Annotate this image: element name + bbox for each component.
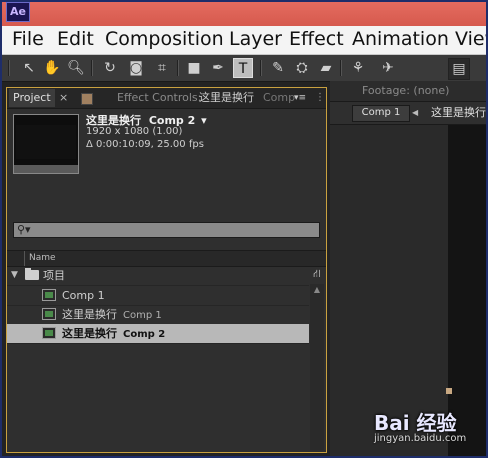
list-item[interactable]: 这里是换行 Comp 1 bbox=[7, 305, 309, 325]
menu-file[interactable]: File bbox=[12, 28, 44, 50]
list-item-label: 项目 bbox=[43, 269, 65, 282]
ae-window: Ae File Edit Composition Layer Effect An… bbox=[0, 0, 488, 458]
tab-footage[interactable]: Footage: (none) bbox=[330, 81, 486, 102]
watermark: Bai 经验 jingyan.baidu.com bbox=[374, 407, 486, 453]
zoom-tool-icon[interactable]: 🔍︎ bbox=[66, 58, 86, 78]
menu-animation[interactable]: Animation bbox=[352, 28, 449, 50]
rotation-tool-icon[interactable]: ↻ bbox=[100, 58, 120, 78]
column-divider bbox=[24, 251, 25, 266]
title-bar: Ae bbox=[2, 2, 486, 26]
effect-controls-target[interactable]: 这里是换行 bbox=[199, 89, 254, 107]
list-item-sub: Comp 1 bbox=[123, 310, 162, 321]
chevron-left-icon[interactable]: ◀ bbox=[412, 102, 418, 124]
tools-toolbar: ↖ ✋ 🔍︎ ↻ ◙ ⌗ ■ ✒ T ✎ ⛭ ▰ ⚘ ✈ ▤ bbox=[2, 55, 486, 82]
panel-grip-icon[interactable]: ⋮ bbox=[315, 91, 325, 105]
search-icon: ⚲▾ bbox=[17, 223, 31, 236]
composition-thumbnail bbox=[13, 114, 79, 174]
pen-tool-icon[interactable]: ✒ bbox=[208, 58, 228, 78]
selected-item-duration: Δ 0:00:10:09, 25.00 fps bbox=[86, 139, 204, 150]
chevron-down-icon[interactable]: ▾ bbox=[201, 114, 207, 127]
folder-icon bbox=[25, 268, 39, 280]
pan-behind-tool-icon[interactable]: ⌗ bbox=[152, 58, 172, 78]
list-item-label: Comp 1 bbox=[62, 289, 105, 302]
toolbar-separator bbox=[340, 60, 342, 76]
column-name-header[interactable]: Name bbox=[29, 251, 56, 266]
toolbar-grip bbox=[8, 60, 10, 76]
expand-triangle-icon[interactable]: ▼ bbox=[11, 266, 18, 285]
rectangle-tool-icon[interactable]: ■ bbox=[184, 58, 204, 78]
list-item-sub: Comp 2 bbox=[123, 329, 166, 340]
list-item-label: 这里是换行 Comp 2 bbox=[62, 327, 166, 340]
menu-edit[interactable]: Edit bbox=[57, 28, 94, 50]
toolbar-separator bbox=[260, 60, 262, 76]
tab-effect-controls[interactable]: Effect Controls: bbox=[117, 89, 201, 107]
flowchart-icon[interactable]: ⛙ bbox=[310, 266, 324, 282]
tab-project[interactable]: Project bbox=[9, 89, 55, 107]
thumbnail-bar bbox=[14, 165, 78, 173]
comp-1-button[interactable]: Comp 1 bbox=[352, 105, 410, 122]
thumbnail-frame bbox=[16, 125, 76, 159]
baidu-logo: Bai 经验 bbox=[374, 411, 457, 435]
composition-icon bbox=[42, 327, 56, 339]
composition-navigator: Comp 1 ◀ 这里是换行 bbox=[330, 102, 486, 125]
resize-handle[interactable] bbox=[446, 388, 452, 394]
composition-icon bbox=[42, 308, 56, 320]
puppet-pin-tool-icon[interactable]: ✈ bbox=[378, 58, 398, 78]
roto-brush-tool-icon[interactable]: ⚘ bbox=[348, 58, 368, 78]
clone-stamp-tool-icon[interactable]: ⛭ bbox=[292, 58, 312, 78]
project-search-input[interactable]: ⚲▾ bbox=[13, 222, 320, 238]
composition-icon bbox=[42, 289, 56, 301]
watermark-url: jingyan.baidu.com bbox=[374, 433, 467, 444]
scrollbar[interactable]: ▲ bbox=[310, 284, 324, 450]
scroll-up-icon[interactable]: ▲ bbox=[310, 284, 324, 296]
menu-effect[interactable]: Effect bbox=[289, 28, 344, 50]
menu-layer[interactable]: Layer bbox=[229, 28, 282, 50]
unified-camera-tool-icon[interactable]: ◙ bbox=[126, 58, 146, 78]
toolbar-separator bbox=[91, 60, 93, 76]
selected-item-resolution: 1920 x 1080 (1.00) bbox=[86, 126, 183, 137]
column-header: Name bbox=[7, 250, 326, 267]
hand-tool-icon[interactable]: ✋ bbox=[42, 58, 62, 78]
panel-menu-icon[interactable]: ▾≡ bbox=[290, 91, 310, 105]
workspace-icon[interactable]: ▤ bbox=[448, 58, 470, 80]
footage-tab-label: Footage: (none) bbox=[362, 84, 450, 97]
close-icon[interactable]: × bbox=[59, 89, 68, 107]
list-item[interactable]: Comp 1 bbox=[7, 286, 309, 306]
panel-tabstrip: Project × Effect Controls: 这里是换行 Comp ▾≡… bbox=[7, 88, 326, 109]
type-tool-icon[interactable]: T bbox=[233, 58, 253, 78]
selection-tool-icon[interactable]: ↖ bbox=[19, 58, 39, 78]
toolbar-separator bbox=[177, 60, 179, 76]
menu-composition[interactable]: Composition bbox=[105, 28, 224, 50]
ae-logo-icon: Ae bbox=[6, 2, 30, 22]
eraser-tool-icon[interactable]: ▰ bbox=[316, 58, 336, 78]
comp-name-label[interactable]: 这里是换行 bbox=[431, 102, 486, 124]
list-item-label: 这里是换行 Comp 1 bbox=[62, 308, 162, 321]
list-item[interactable]: ▼ 项目 bbox=[7, 266, 309, 286]
brush-tool-icon[interactable]: ✎ bbox=[268, 58, 288, 78]
effect-controls-icon bbox=[81, 93, 93, 105]
viewer-panel: Footage: (none) Comp 1 ◀ 这里是换行 bbox=[330, 81, 486, 456]
menu-bar: File Edit Composition Layer Effect Anima… bbox=[2, 26, 486, 55]
list-item-selected[interactable]: 这里是换行 Comp 2 bbox=[7, 324, 309, 344]
menu-view[interactable]: View bbox=[455, 28, 486, 50]
project-panel: Project × Effect Controls: 这里是换行 Comp ▾≡… bbox=[6, 87, 327, 453]
